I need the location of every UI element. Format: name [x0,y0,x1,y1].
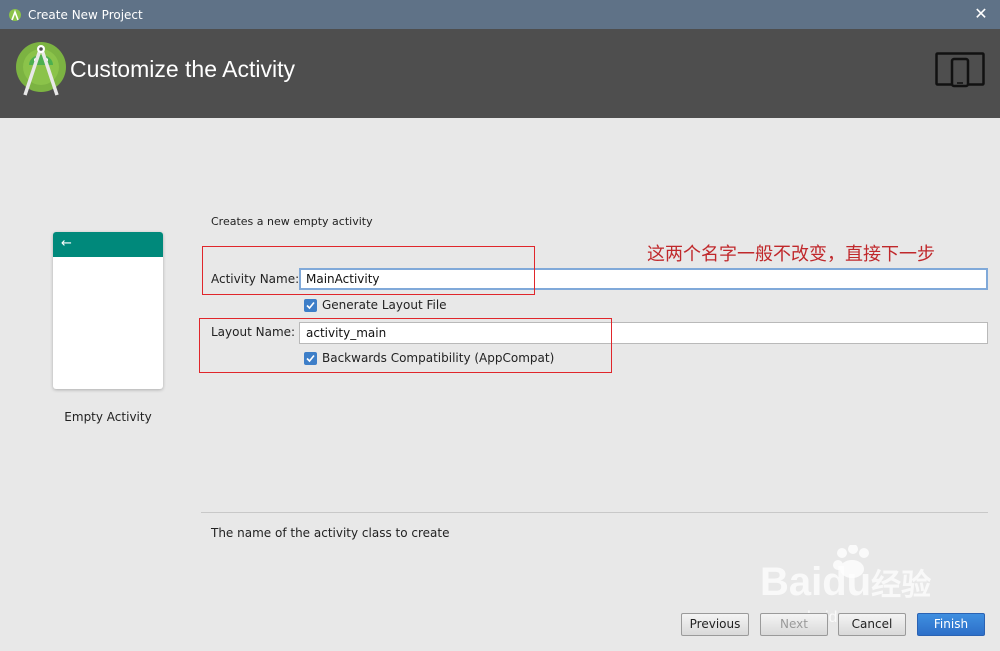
check-icon [306,301,315,309]
next-button[interactable]: Next [760,613,828,636]
annotation-text: 这两个名字一般不改变，直接下一步 [647,244,935,265]
activity-preview-card: ← [53,232,163,389]
watermark-brand: Baidu [760,560,871,604]
generate-layout-checkbox-row[interactable]: Generate Layout File [304,298,447,312]
activity-description: Creates a new empty activity [211,215,373,228]
back-arrow-icon: ← [61,236,72,251]
device-tablet-phone-icon [935,52,985,88]
generate-layout-checkbox[interactable] [304,298,317,312]
watermark-brand-suffix: 经验 [871,568,931,602]
annotation-box-layout-name [199,318,612,373]
generate-layout-label: Generate Layout File [322,298,447,312]
previous-button[interactable]: Previous [681,613,749,636]
finish-button[interactable]: Finish [917,613,985,636]
window-title: Create New Project [28,7,143,22]
android-studio-icon [9,8,21,21]
android-studio-logo [16,42,66,96]
window-titlebar: Create New Project ✕ [0,0,1000,29]
close-icon[interactable]: ✕ [972,5,990,23]
preview-app-bar: ← [53,232,163,257]
wizard-header: Customize the Activity [0,29,1000,118]
cancel-button[interactable]: Cancel [838,613,906,636]
field-hint: The name of the activity class to create [211,526,450,540]
preview-label: Empty Activity [64,410,152,424]
svg-text:Baidu经验: Baidu经验 [760,560,931,604]
page-title: Customize the Activity [70,56,295,82]
hint-divider [201,512,988,513]
annotation-box-activity-name [202,246,535,295]
